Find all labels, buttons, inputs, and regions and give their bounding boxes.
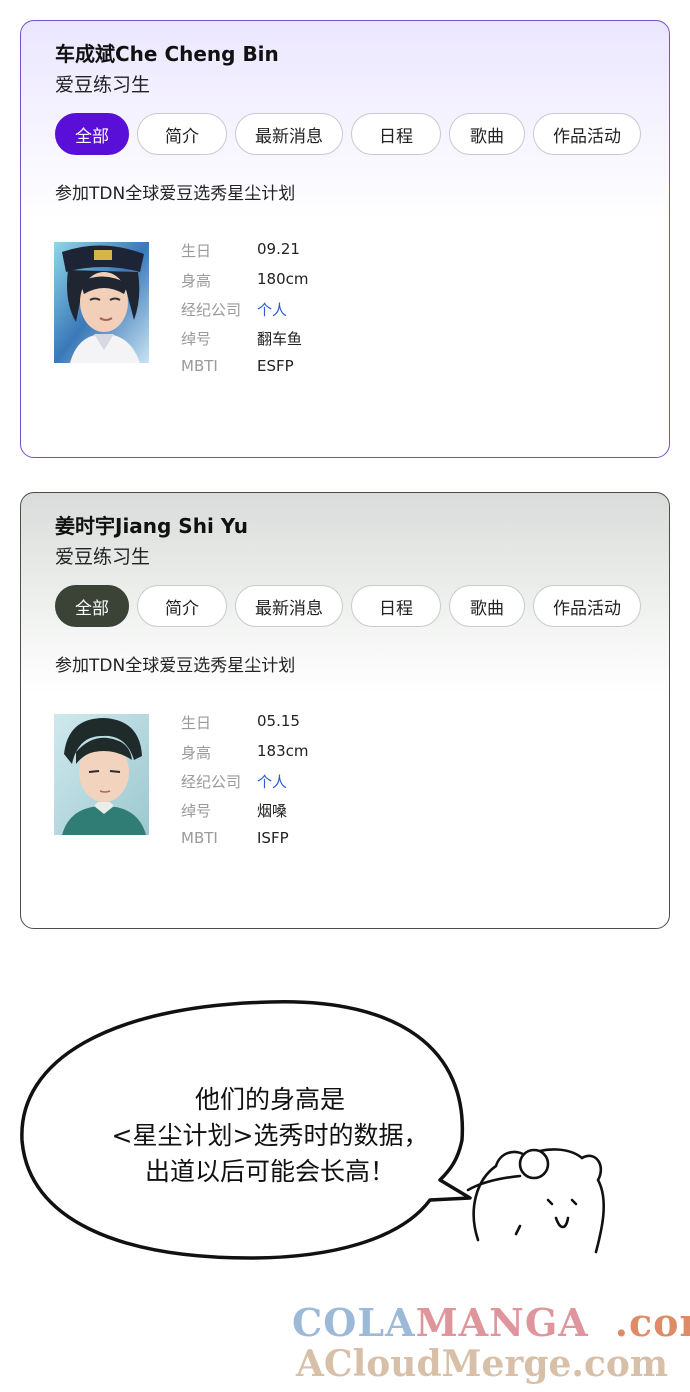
tab-news[interactable]: 最新消息 <box>235 113 343 155</box>
profile-role: 爱豆练习生 <box>55 74 151 96</box>
value-nickname: 翻车鱼 <box>257 330 303 348</box>
tab-schedule[interactable]: 日程 <box>351 113 441 155</box>
tab-intro[interactable]: 简介 <box>137 113 227 155</box>
profile-name: 姜时宇Jiang Shi Yu <box>55 514 249 538</box>
value-mbti: ISFP <box>257 829 289 847</box>
tab-songs[interactable]: 歌曲 <box>449 113 525 155</box>
profile-photo <box>54 714 149 835</box>
value-agency-link[interactable]: 个人 <box>257 771 287 792</box>
chibi-character-doodle <box>466 1148 606 1254</box>
value-nickname: 烟嗓 <box>257 802 288 820</box>
value-agency-link[interactable]: 个人 <box>257 299 287 320</box>
watermark-colamanga: COLAMANGA.com <box>292 1300 690 1345</box>
bubble-line-2: <星尘计划>选秀时的数据， <box>111 1121 429 1150</box>
tab-news[interactable]: 最新消息 <box>235 585 343 627</box>
profile-description: 参加TDN全球爱豆选秀星尘计划 <box>55 184 296 204</box>
value-birthday: 05.15 <box>257 712 300 730</box>
label-mbti: MBTI <box>181 357 218 375</box>
label-height: 身高 <box>181 272 212 290</box>
tab-works[interactable]: 作品活动 <box>533 113 641 155</box>
profile-card-jiang-shi-yu: 姜时宇Jiang Shi Yu 爱豆练习生 全部 简介 最新消息 日程 歌曲 作… <box>20 492 670 929</box>
tab-schedule[interactable]: 日程 <box>351 585 441 627</box>
label-nickname: 绰号 <box>181 802 212 820</box>
value-birthday: 09.21 <box>257 240 300 258</box>
tab-all[interactable]: 全部 <box>55 113 129 155</box>
label-agency: 经纪公司 <box>181 773 242 791</box>
label-nickname: 绰号 <box>181 330 212 348</box>
label-agency: 经纪公司 <box>181 301 242 319</box>
tab-works[interactable]: 作品活动 <box>533 585 641 627</box>
profile-photo <box>54 242 149 363</box>
value-height: 183cm <box>257 742 309 760</box>
label-mbti: MBTI <box>181 829 218 847</box>
profile-role: 爱豆练习生 <box>55 546 151 568</box>
value-height: 180cm <box>257 270 309 288</box>
label-birthday: 生日 <box>181 242 212 260</box>
tab-all[interactable]: 全部 <box>55 585 129 627</box>
profile-description: 参加TDN全球爱豆选秀星尘计划 <box>55 656 296 676</box>
tab-songs[interactable]: 歌曲 <box>449 585 525 627</box>
profile-card-che-cheng-bin: 车成斌Che Cheng Bin 爱豆练习生 全部 简介 最新消息 日程 歌曲 … <box>20 20 670 458</box>
watermark-acloudmerge: ACloudMerge.com <box>296 1343 668 1385</box>
bubble-line-3: 出道以后可能会长高！ <box>144 1157 395 1186</box>
value-mbti: ESFP <box>257 357 294 375</box>
bubble-line-1: 他们的身高是 <box>194 1085 345 1114</box>
profile-name: 车成斌Che Cheng Bin <box>55 42 279 66</box>
label-height: 身高 <box>181 744 212 762</box>
tab-intro[interactable]: 简介 <box>137 585 227 627</box>
label-birthday: 生日 <box>181 714 212 732</box>
